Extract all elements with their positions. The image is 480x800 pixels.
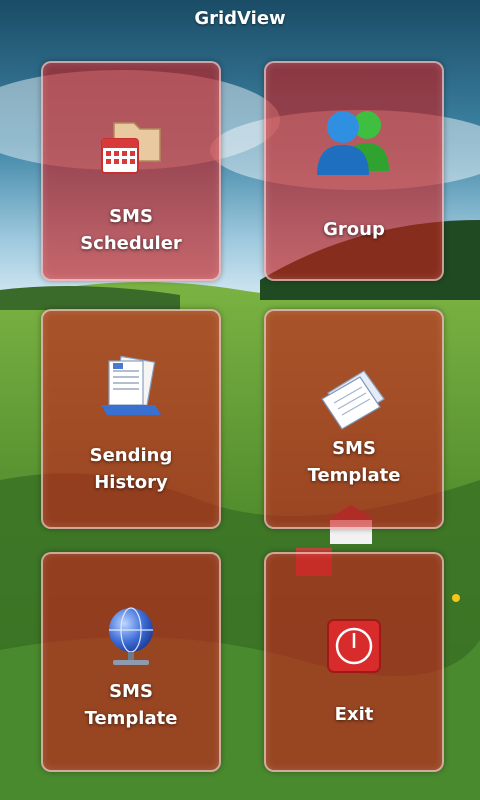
network-globe-icon [103, 604, 159, 672]
sms-template-tile[interactable]: SMS Template [264, 309, 444, 529]
exit-label: Exit [334, 704, 374, 725]
sending-history-tile[interactable]: Sending History [41, 309, 221, 529]
users-group-icon [309, 103, 399, 183]
sms-scheduler-tile[interactable]: SMS Scheduler [41, 61, 221, 281]
sms-template-network-label: SMS Template [84, 681, 178, 729]
group-tile[interactable]: Group [264, 61, 444, 281]
folder-calendar-icon [96, 113, 166, 187]
sending-history-label: Sending History [89, 445, 173, 493]
power-icon [326, 618, 382, 678]
documents-stack-icon [95, 353, 167, 427]
app-title: GridView [194, 8, 286, 29]
paper-sheets-icon [314, 359, 394, 435]
sms-scheduler-label: SMS Scheduler [80, 206, 182, 254]
group-label: Group [323, 219, 385, 240]
exit-tile[interactable]: Exit [264, 552, 444, 772]
sms-template-network-tile[interactable]: SMS Template [41, 552, 221, 772]
sms-template-label: SMS Template [307, 438, 401, 486]
